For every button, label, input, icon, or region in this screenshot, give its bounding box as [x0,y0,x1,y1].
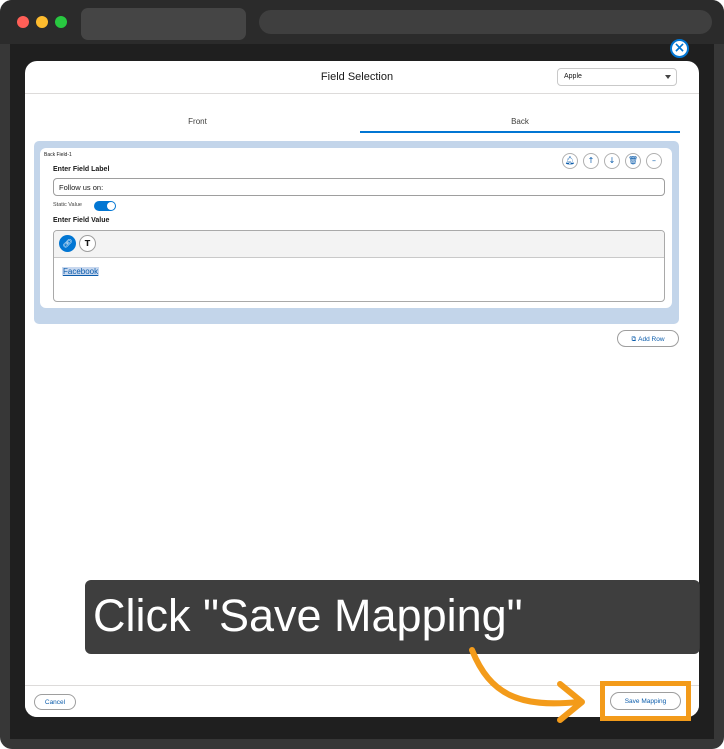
pointer-arrow-icon [469,647,585,723]
callout-text: Click "Save Mapping" [93,590,523,641]
facebook-link[interactable]: Facebook [62,267,100,276]
close-window-button[interactable] [17,16,29,28]
bell-icon[interactable]: 🔔︎ [562,153,578,169]
link-icon[interactable]: 🔗︎ [59,235,76,252]
side-tabs: Front Back [35,111,680,133]
tab-back[interactable]: Back [360,111,680,133]
tab-front[interactable]: Front [35,111,360,133]
template-select-value: Apple [564,73,582,80]
field-caption: Back Field-1 [44,152,72,158]
field-value-heading: Enter Field Value [53,217,110,224]
save-mapping-button[interactable]: Save Mapping [610,692,681,710]
cancel-button[interactable]: Cancel [34,694,76,710]
arrow-up-icon[interactable]: ↑ [583,153,599,169]
modal-header: Field Selection Apple [25,61,699,94]
editor-content[interactable]: Facebook [62,267,100,276]
chevron-down-icon [665,75,671,79]
maximize-window-button[interactable] [55,16,67,28]
static-value-toggle[interactable] [94,201,116,211]
field-value-editor[interactable]: 🔗︎ T Facebook [53,230,665,302]
more-icon[interactable]: – [646,153,662,169]
browser-tab[interactable] [81,8,246,40]
add-row-icon: ⧉ [631,335,637,343]
field-label-input[interactable]: Follow us on: [53,178,665,196]
address-bar[interactable] [259,10,712,34]
toggle-knob [107,202,115,210]
static-value-label: Static Value [53,202,82,208]
add-row-button[interactable]: ⧉ Add Row [617,330,679,347]
minimize-window-button[interactable] [36,16,48,28]
instruction-callout: Click "Save Mapping" [85,580,700,654]
title-bar [0,0,724,44]
field-panel: Back Field-1 Enter Field Label 🔔︎ ↑ ↓ 🗑︎… [34,141,679,324]
close-modal-icon[interactable]: × [670,39,689,58]
clear-formatting-icon[interactable]: T [79,235,96,252]
trash-icon[interactable]: 🗑︎ [625,153,641,169]
editor-toolbar: 🔗︎ T [54,231,664,258]
add-row-label: Add Row [638,336,665,343]
arrow-down-icon[interactable]: ↓ [604,153,620,169]
field-card: Back Field-1 Enter Field Label 🔔︎ ↑ ↓ 🗑︎… [40,148,672,308]
field-actions: 🔔︎ ↑ ↓ 🗑︎ – [562,153,668,171]
template-select[interactable]: Apple [557,68,677,86]
field-label-heading: Enter Field Label [53,166,110,173]
